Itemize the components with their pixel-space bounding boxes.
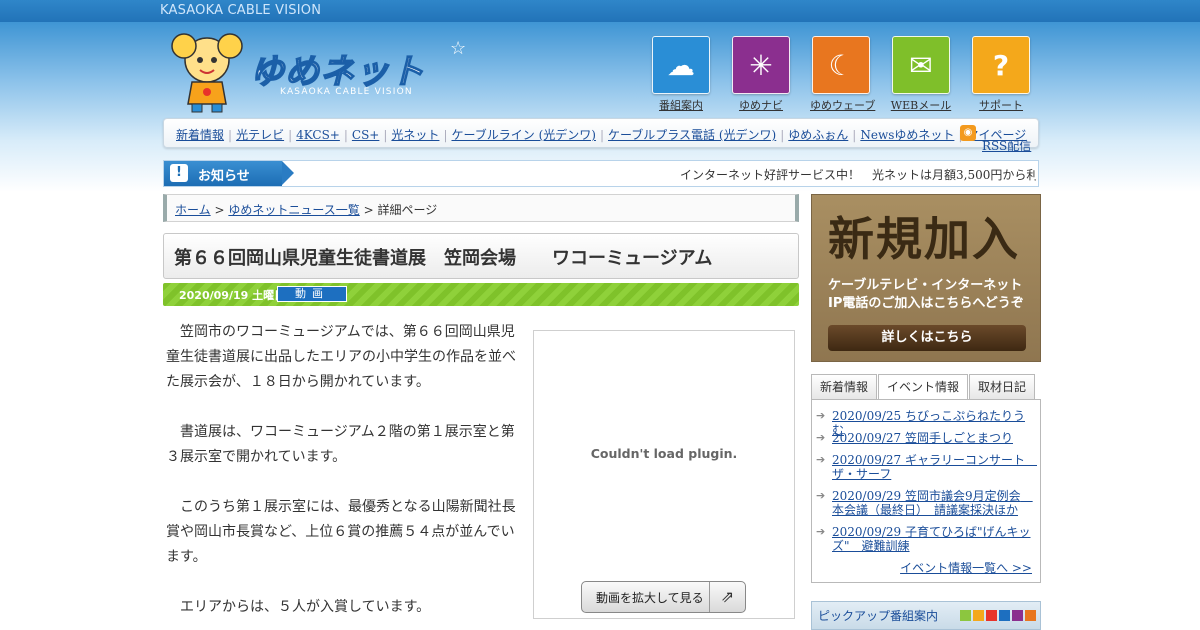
nav-label: WEBメール: [890, 99, 952, 112]
main-menu: 新着情報 | 光テレビ | 4KCS+ | CS+ | 光ネット | ケーブルライン (光デンワ) |…: [163, 118, 1039, 148]
banner-cta-button[interactable]: 詳しくはこちら: [828, 325, 1026, 351]
plugin-error-message: Couldn't load plugin.: [590, 446, 738, 461]
arrow-right-icon: ➔: [816, 409, 826, 422]
video-player[interactable]: Couldn't load plugin. 動画を拡大して見る ⇗: [533, 330, 795, 619]
arrow-right-icon: ➔: [816, 431, 826, 444]
menu-item-cable-plus[interactable]: ケーブルプラス電話 (光デンワ): [608, 128, 776, 142]
expand-video-button[interactable]: 動画を拡大して見る ⇗: [581, 581, 746, 613]
menu-item-yumephone[interactable]: ゆめふぉん: [788, 128, 848, 142]
article-paragraph: 書道展は、ワコーミュージアム２階の第１展示室と第３展示室で開かれています。: [166, 424, 515, 465]
asterisk-icon: ✳: [732, 36, 790, 94]
color-square-icon: [960, 610, 971, 621]
banner-title: 新規加入: [828, 212, 1020, 266]
menu-items: 新着情報 | 光テレビ | 4KCS+ | CS+ | 光ネット | ケーブルライン (光デンワ) |…: [176, 128, 1027, 142]
date-bar: 2020/09/19 土曜日 動画: [163, 283, 799, 306]
color-square-icon: [973, 610, 984, 621]
menu-item-hikari-net[interactable]: 光ネット: [391, 128, 439, 142]
arrow-right-icon: ➔: [816, 489, 826, 502]
color-squares: [958, 606, 1036, 625]
top-bar-text: KASAOKA CABLE VISION: [160, 3, 322, 18]
top-bar: KASAOKA CABLE VISION: [0, 0, 1200, 22]
breadcrumb-separator: >: [214, 203, 225, 217]
nav-yume-wave[interactable]: ☾ ゆめウェーブ: [810, 36, 876, 113]
color-square-icon: [1012, 610, 1023, 621]
breadcrumb-news-list[interactable]: ゆめネットニュース一覧: [228, 203, 359, 217]
color-square-icon: [999, 610, 1010, 621]
mascot-icon: [171, 33, 243, 113]
rss-link[interactable]: RSS配信: [982, 137, 1031, 154]
notice-bar: ! お知らせ インターネット好評サービス中！ 光ネットは月額3,500円から利用: [163, 160, 1039, 187]
nav-support[interactable]: ? サポート: [970, 36, 1032, 113]
breadcrumb-home[interactable]: ホーム: [175, 203, 211, 217]
site-logo[interactable]: ゆめネット KASAOKA CABLE VISION ☆: [160, 24, 480, 116]
expand-video-label: 動画を拡大して見る: [596, 591, 704, 605]
breadcrumb-current: 詳細ページ: [377, 203, 438, 217]
pickup-header[interactable]: ピックアップ番組案内: [811, 601, 1041, 630]
banner-line-2: IP電話のご加入はこちらへどうぞ: [828, 296, 1024, 311]
external-link-icon: ⇗: [709, 582, 745, 612]
nav-program-guide[interactable]: ☁ 番組案内: [650, 36, 712, 113]
signup-banner[interactable]: 新規加入 ケーブルテレビ・インターネット IP電話のご加入はこちらへどうぞ 詳し…: [811, 194, 1041, 362]
arrow-right-icon: ➔: [816, 525, 826, 538]
article-title: 第６６回岡山県児童生徒書道展 笠岡会場 ワコーミュージアム: [163, 233, 799, 279]
event-link[interactable]: 2020/09/29 笠岡市議会9月定例会 本会議（最終日） 請議案採決ほか: [832, 489, 1033, 517]
menu-item-news-yumenet[interactable]: Newsゆめネット: [860, 128, 954, 142]
logo-subtext: KASAOKA CABLE VISION: [280, 87, 413, 97]
events-panel: ➔ 2020/09/25 ちびっこぷらねたりうむ ➔ 2020/09/27 笠岡…: [811, 399, 1041, 583]
arrow-right-icon: ➔: [816, 453, 826, 466]
banner-subtitle: ケーブルテレビ・インターネット IP電話のご加入はこちらへどうぞ: [828, 277, 1024, 313]
article-paragraph: このうち第１展示室には、最優秀となる山陽新聞社長賞や岡山市長賞など、上位６賞の推…: [166, 499, 516, 565]
nav-web-mail[interactable]: ✉ WEBメール: [890, 36, 952, 113]
alert-icon: !: [170, 164, 188, 182]
nav-icons: ☁ 番組案内 ✳ ゆめナビ ☾ ゆめウェーブ ✉ WEBメール ? サポート: [650, 36, 1040, 112]
article-paragraph: エリアからは、５人が入賞しています。: [180, 599, 431, 615]
event-link[interactable]: 2020/09/27 笠岡手しごとまつり: [832, 431, 1032, 445]
menu-item-4kcs[interactable]: 4KCS+: [296, 128, 340, 142]
mail-icon: ✉: [892, 36, 950, 94]
sidebar-tabs: 新着情報 イベント情報 取材日記: [811, 374, 1041, 401]
article-body: 笠岡市のワコーミュージアムでは、第６６回岡山県児童生徒書道展に出品したエリアの小…: [166, 320, 522, 630]
question-icon: ?: [972, 36, 1030, 94]
breadcrumb: ホーム > ゆめネットニュース一覧 > 詳細ページ: [163, 194, 799, 222]
color-square-icon: [986, 610, 997, 621]
nav-yume-navi[interactable]: ✳ ゆめナビ: [730, 36, 792, 113]
article-paragraph: 笠岡市のワコーミュージアムでは、第６６回岡山県児童生徒書道展に出品したエリアの小…: [166, 324, 516, 390]
nav-label: サポート: [979, 99, 1023, 112]
notice-label: ! お知らせ: [164, 161, 294, 186]
article-date: 2020/09/19 土曜日: [179, 289, 286, 302]
logo-text: ゆめネット: [249, 51, 425, 93]
notice-ticker[interactable]: インターネット好評サービス中！ 光ネットは月額3,500円から利用: [680, 166, 1036, 183]
notice-label-text: お知らせ: [198, 169, 250, 184]
tab-diary[interactable]: 取材日記: [969, 374, 1035, 400]
nav-label: ゆめナビ: [739, 99, 783, 112]
character-icon: ☁: [652, 36, 710, 94]
events-more-link[interactable]: イベント情報一覧へ >>: [900, 559, 1032, 576]
rss-icon[interactable]: ◉: [960, 125, 976, 141]
nav-label: ゆめウェーブ: [810, 99, 876, 112]
menu-item-cs[interactable]: CS+: [352, 128, 379, 142]
pickup-label: ピックアップ番組案内: [818, 609, 939, 623]
video-badge: 動画: [277, 286, 347, 302]
color-square-icon: [1025, 610, 1036, 621]
event-link[interactable]: 2020/09/27 ギャラリーコンサート ザ・サーフ: [832, 453, 1037, 481]
star-icon: ☆: [450, 38, 467, 59]
menu-item-cable-line[interactable]: ケーブルライン (光デンワ): [451, 128, 595, 142]
tab-events[interactable]: イベント情報: [878, 374, 968, 401]
banner-line-1: ケーブルテレビ・インターネット: [828, 278, 1023, 293]
breadcrumb-separator: >: [363, 203, 374, 217]
menu-item-news[interactable]: 新着情報: [176, 128, 224, 142]
menu-item-hikari-tv[interactable]: 光テレビ: [236, 128, 284, 142]
moon-icon: ☾: [812, 36, 870, 94]
nav-label: 番組案内: [659, 99, 703, 112]
tab-news[interactable]: 新着情報: [811, 374, 877, 400]
event-link[interactable]: 2020/09/29 子育てひろば"げんキッズ" 避難訓練: [832, 525, 1032, 553]
